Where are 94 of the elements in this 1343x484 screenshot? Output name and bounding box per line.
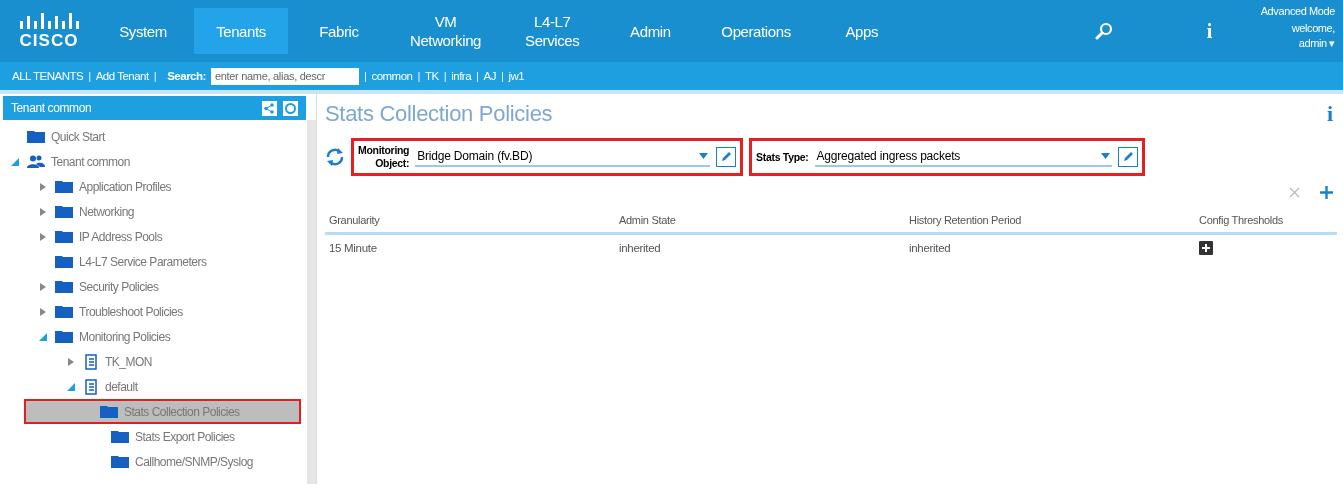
collapsed-icon[interactable] [39, 282, 47, 291]
logo-text: CISCO [19, 32, 79, 49]
separator: | [443, 70, 447, 82]
nav-tab[interactable]: Apps [814, 8, 909, 54]
separator: | [501, 70, 504, 82]
tree-item[interactable]: Stats Collection Policies [24, 399, 301, 424]
tree-item[interactable]: Application Profiles [3, 174, 303, 199]
table-cell-text: inherited [908, 241, 952, 256]
tenant-link[interactable]: common [371, 70, 413, 82]
column-header[interactable]: History Retention Period [905, 210, 1195, 235]
tree-item[interactable]: Monitoring Policies [3, 324, 303, 349]
search-icon[interactable] [1094, 22, 1113, 40]
filter-label: Stats Type: [756, 150, 809, 164]
subnav-link[interactable]: Add Tenant [95, 70, 149, 82]
collapsed-icon[interactable] [39, 182, 47, 191]
separator: | [153, 70, 157, 82]
tree-item[interactable]: Quick Start [3, 124, 303, 149]
subnav-link[interactable]: ALL TENANTS [12, 70, 84, 82]
edit-button[interactable] [716, 147, 736, 167]
folder-icon [111, 430, 129, 443]
separator: | [476, 70, 479, 82]
collapsed-icon[interactable] [67, 357, 75, 366]
folder-icon [55, 205, 73, 218]
folder-icon [55, 280, 73, 293]
tree-item[interactable]: IP Address Pools [3, 224, 303, 249]
collapsed-icon[interactable] [39, 232, 47, 241]
caret-icon [699, 153, 708, 159]
refresh-icon[interactable] [283, 100, 298, 116]
dropdown-field[interactable]: Bridge Domain (fv.BD) [415, 147, 710, 167]
separator: | [417, 70, 420, 82]
table-cell-text: inherited [618, 241, 662, 256]
expanded-icon[interactable] [11, 157, 19, 166]
info-button[interactable]: i [1322, 101, 1337, 127]
column-header[interactable]: Granularity [325, 210, 615, 235]
tenant-link[interactable]: TK [425, 70, 439, 82]
separator: | [363, 70, 367, 82]
pencil-icon [1122, 151, 1134, 163]
folder-icon [55, 230, 73, 243]
nav-tab[interactable]: Fabric [292, 8, 386, 54]
table-cell-text: 15 Minute [328, 241, 378, 256]
nav-tab[interactable]: Operations [701, 8, 811, 54]
pencil-icon [720, 151, 732, 163]
people-icon [27, 155, 45, 168]
nav-tab[interactable]: System [96, 8, 190, 54]
edit-button[interactable] [1118, 147, 1138, 167]
info-button[interactable]: i [1206, 19, 1213, 43]
add-icon[interactable] [1199, 241, 1213, 255]
mode-label: Advanced Mode [1260, 4, 1335, 19]
tree-item[interactable]: L4-L7 Service Parameters [3, 249, 303, 274]
refresh-icon[interactable] [325, 147, 345, 167]
search-field[interactable]: enter name, alias, descr [210, 67, 359, 85]
folder-icon [27, 130, 45, 143]
collapsed-icon[interactable] [39, 307, 47, 316]
nav-tab[interactable]: Tenants [194, 8, 288, 54]
folder-icon [55, 255, 73, 268]
column-header[interactable]: Config Thresholds [1195, 210, 1337, 235]
tree-item[interactable]: default [3, 374, 303, 399]
tree-item[interactable]: Stats Export Policies [3, 424, 303, 449]
user-menu[interactable]: admin ▾ [1298, 37, 1335, 50]
tenant-link[interactable]: AJ [483, 70, 496, 82]
expanded-icon[interactable] [67, 382, 75, 391]
nav-tab[interactable]: Admin [603, 8, 698, 54]
dropdown-field[interactable]: Aggregated ingress packets [814, 147, 1112, 167]
tree-item[interactable]: Troubleshoot Policies [3, 299, 303, 324]
logo-bars-icon [19, 13, 79, 29]
folder-icon [111, 455, 129, 468]
welcome-text: welcome, [1291, 21, 1335, 36]
folder-icon [55, 180, 73, 193]
scrollbar[interactable] [307, 120, 316, 484]
search-label: Search: [167, 70, 206, 82]
sidebar-title: Tenant common [11, 101, 92, 115]
tree-item[interactable]: Callhome/SNMP/Syslog [3, 449, 303, 474]
tenant-link[interactable]: infra [451, 70, 472, 82]
document-icon [83, 378, 99, 395]
column-header[interactable]: Admin State [615, 210, 905, 235]
folder-icon [55, 305, 73, 318]
tree-item[interactable]: Tenant common [3, 149, 303, 174]
filter-label: Monitoring Object: [358, 144, 410, 170]
nav-tab[interactable]: VM Networking [390, 8, 502, 54]
tenant-link[interactable]: jw1 [508, 70, 525, 82]
document-icon [83, 353, 99, 370]
tree-item[interactable]: Networking [3, 199, 303, 224]
folder-icon [100, 405, 118, 418]
page-title: Stats Collection Policies [325, 101, 553, 127]
close-icon[interactable] [1289, 186, 1300, 198]
caret-icon [1101, 153, 1110, 159]
collapsed-icon[interactable] [39, 207, 47, 216]
nav-tab[interactable]: L4-L7 Services [505, 8, 600, 54]
separator: | [88, 70, 91, 82]
share-icon[interactable] [262, 100, 277, 116]
expanded-icon[interactable] [39, 332, 47, 341]
tree-item[interactable]: Security Policies [3, 274, 303, 299]
tree-item[interactable]: TK_MON [3, 349, 303, 374]
folder-icon [55, 330, 73, 343]
